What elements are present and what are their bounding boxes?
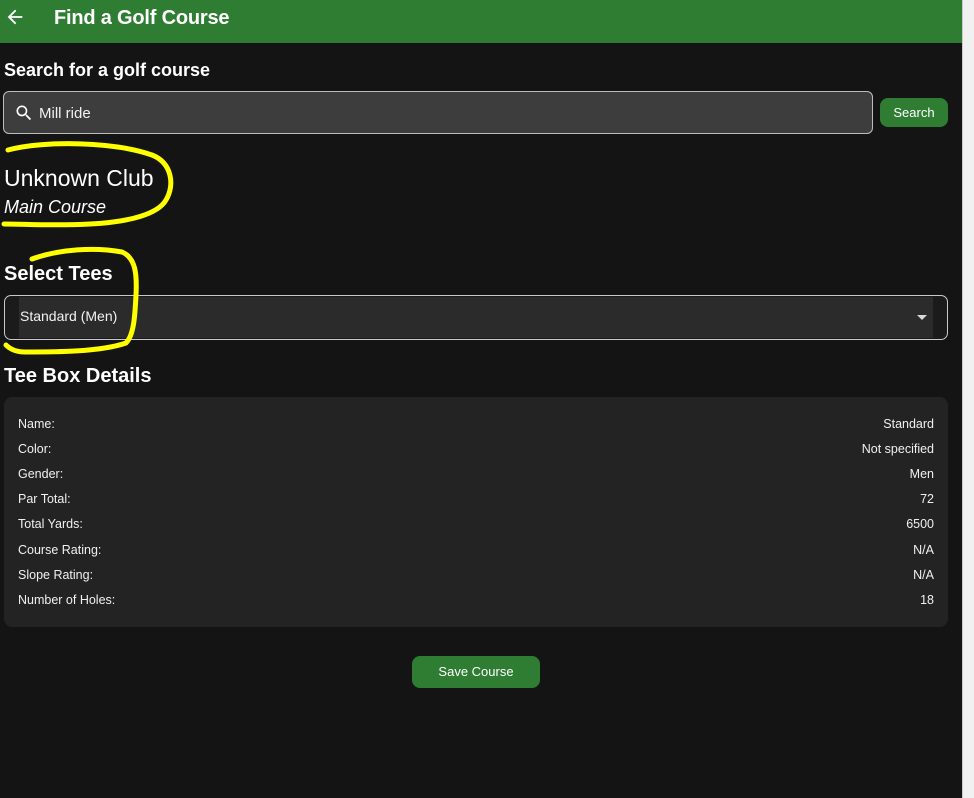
window-edge [962, 0, 974, 798]
detail-label: Number of Holes: [18, 593, 116, 607]
detail-row-slope-rating: Slope Rating: N/A [18, 568, 934, 586]
detail-label: Color: [18, 442, 52, 456]
search-button[interactable]: Search [880, 98, 948, 127]
save-course-button[interactable]: Save Course [412, 656, 540, 688]
detail-label: Slope Rating: [18, 568, 94, 582]
back-button[interactable] [4, 6, 26, 28]
page-title: Find a Golf Course [54, 7, 230, 29]
chevron-down-icon [917, 315, 927, 320]
detail-label: Gender: [18, 467, 64, 481]
detail-row-par-total: Par Total: 72 [18, 492, 934, 510]
select-tees-label: Select Tees [4, 263, 113, 285]
arrow-left-icon [7, 9, 23, 25]
app-window: Find a Golf Course Search for a golf cou… [0, 0, 962, 798]
detail-label: Name: [18, 417, 55, 431]
search-input[interactable] [39, 101, 859, 125]
tees-dropdown[interactable]: Standard (Men) [4, 295, 948, 340]
detail-label: Par Total: [18, 492, 71, 506]
course-name: Main Course [4, 197, 107, 217]
tees-dropdown-fill [19, 297, 933, 338]
app-bar: Find a Golf Course [0, 0, 962, 43]
detail-value: N/A [913, 543, 934, 557]
detail-row-gender: Gender: Men [18, 467, 934, 485]
detail-value: Standard [883, 417, 934, 431]
detail-value: N/A [913, 568, 934, 582]
detail-value: Men [909, 467, 934, 481]
detail-row-name: Name: Standard [18, 417, 934, 435]
detail-value: 6500 [906, 517, 934, 531]
search-icon [16, 105, 32, 121]
detail-label: Total Yards: [18, 517, 83, 531]
detail-row-course-rating: Course Rating: N/A [18, 543, 934, 561]
detail-value: Not specified [861, 442, 934, 456]
club-name: Unknown Club [4, 165, 154, 191]
tee-box-details-title: Tee Box Details [4, 365, 152, 387]
tee-box-details-card: Name: Standard Color: Not specified Gend… [4, 397, 948, 627]
search-label: Search for a golf course [4, 60, 211, 80]
detail-value: 18 [920, 593, 934, 607]
detail-row-total-yards: Total Yards: 6500 [18, 517, 934, 535]
search-field[interactable] [3, 91, 873, 134]
detail-label: Course Rating: [18, 543, 102, 557]
detail-value: 72 [920, 492, 934, 506]
detail-row-color: Color: Not specified [18, 442, 934, 460]
tees-selected-value: Standard (Men) [20, 308, 118, 324]
detail-row-number-of-holes: Number of Holes: 18 [18, 593, 934, 611]
